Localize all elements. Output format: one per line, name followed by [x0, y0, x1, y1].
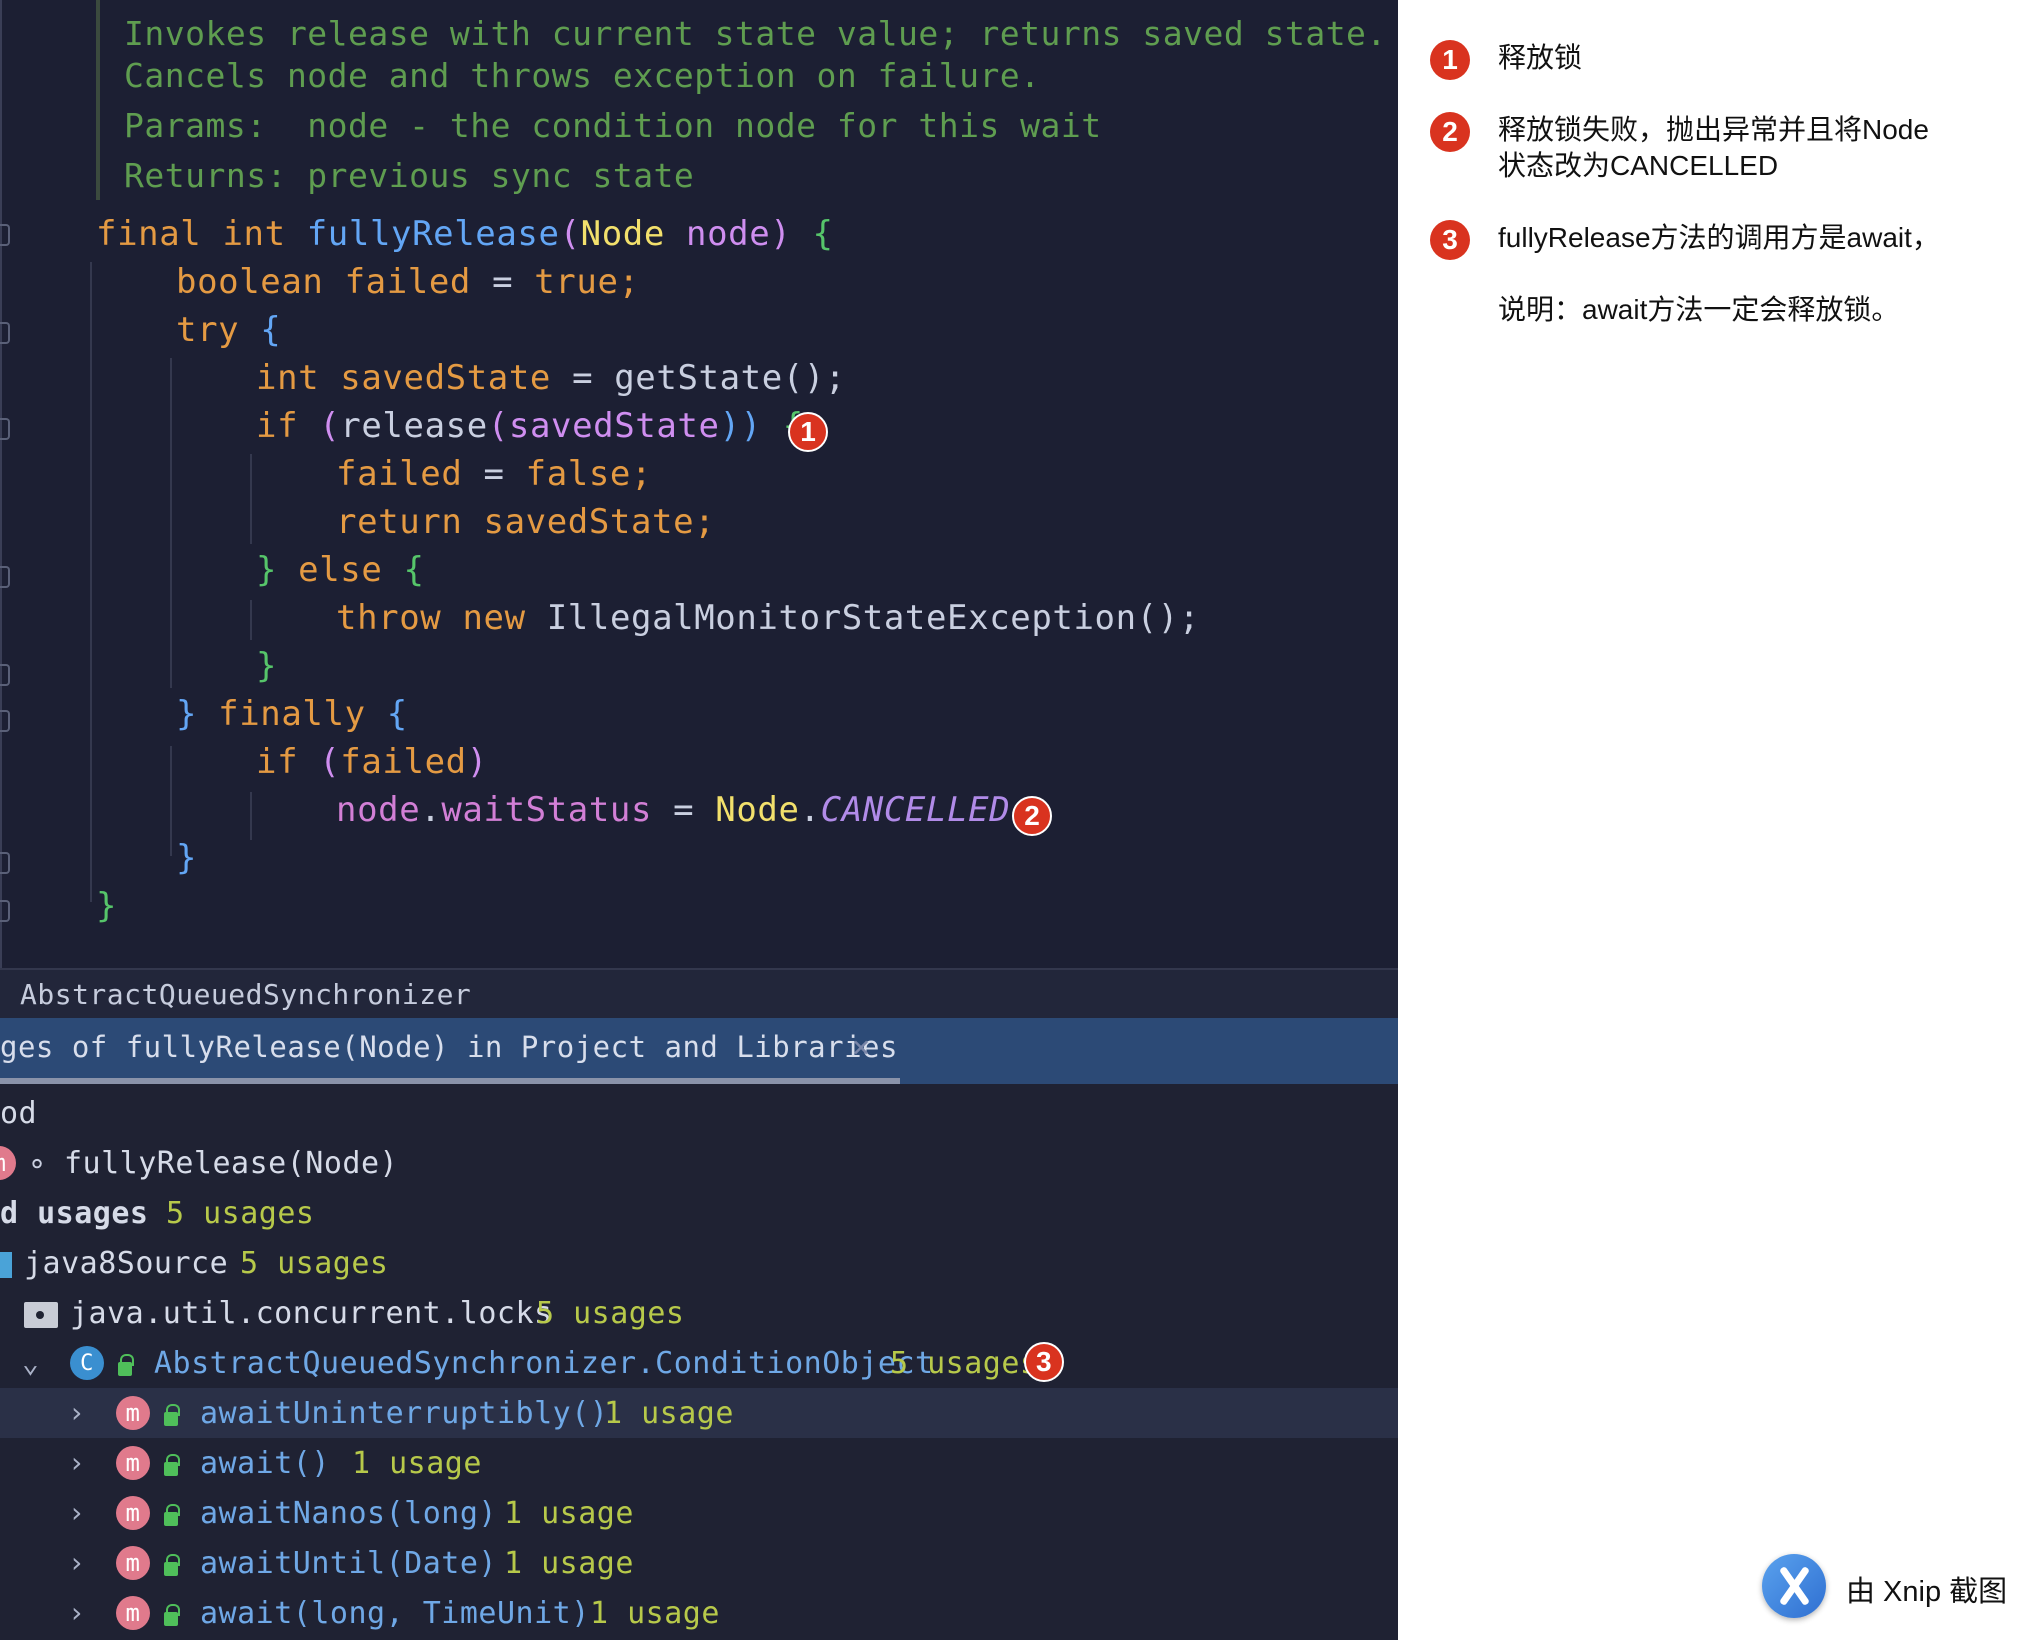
method-icon: m	[116, 1596, 150, 1630]
code-line: int savedState = getState();	[256, 358, 847, 398]
doc-comment-bar	[96, 0, 100, 200]
note-number-2: 2	[1430, 112, 1470, 152]
method-icon: m	[116, 1546, 150, 1580]
doc-line: Returns: previous sync state	[124, 156, 695, 195]
indent-guide	[170, 358, 172, 688]
fold-marker[interactable]	[0, 852, 10, 874]
tree-row[interactable]: m ∘ fullyRelease(Node)	[0, 1138, 1398, 1188]
method-icon: m	[0, 1146, 16, 1180]
tab-find-usages[interactable]: ges of fullyRelease(Node) in Project and…	[0, 1030, 898, 1064]
find-usages-tabbar: ges of fullyRelease(Node) in Project and…	[0, 1018, 1398, 1084]
note-number-3: 3	[1430, 220, 1470, 260]
annotation-badge-3: 3	[1024, 1342, 1064, 1382]
code-line: return savedState;	[336, 502, 716, 542]
tree-row[interactable]: od	[0, 1088, 1398, 1138]
chevron-down-icon[interactable]: ⌄	[22, 1346, 39, 1379]
note-number-1: 1	[1430, 40, 1470, 80]
tree-row[interactable]: java.util.concurrent.locks 5 usages	[0, 1288, 1398, 1338]
chevron-right-icon[interactable]: ›	[68, 1546, 85, 1579]
fold-marker[interactable]	[0, 664, 10, 686]
gutter	[0, 0, 2, 968]
usages-tree[interactable]: od m ∘ fullyRelease(Node) d usages5 usag…	[0, 1084, 1398, 1640]
annotation-badge-1: 1	[788, 412, 828, 452]
tree-row[interactable]: ⌄ C AbstractQueuedSynchronizer.Condition…	[0, 1338, 1398, 1388]
close-icon[interactable]: ×	[852, 1030, 870, 1065]
package-folder-icon	[24, 1302, 58, 1328]
annotation-notes: 1 释放锁 2 释放锁失败，抛出异常并且将Node 状态改为CANCELLED …	[1430, 0, 2032, 1640]
indent-guide	[170, 746, 172, 856]
ide-window: Invokes release with current state value…	[0, 0, 1398, 1640]
breadcrumb-label: AbstractQueuedSynchronizer	[20, 978, 472, 1011]
tree-row-method[interactable]: › m awaitNanos(long) 1 usage	[0, 1488, 1398, 1538]
code-line: node.waitStatus = Node.CANCELLED;	[336, 790, 1031, 830]
method-icon: m	[116, 1446, 150, 1480]
fold-marker[interactable]	[0, 566, 10, 588]
note-text-3: fullyRelease方法的调用方是await，	[1498, 222, 1940, 253]
lock-icon	[164, 1454, 180, 1476]
xnip-logo-icon	[1762, 1554, 1826, 1618]
tree-row[interactable]: d usages 5 usages	[0, 1188, 1398, 1238]
note-text-1: 释放锁	[1498, 42, 1583, 73]
doc-line: Cancels node and throws exception on fai…	[124, 56, 1041, 95]
chevron-right-icon[interactable]: ›	[68, 1396, 85, 1429]
note-text-2: 释放锁失败，抛出异常并且将Node	[1498, 114, 1929, 145]
code-line: final int fullyRelease(Node node) {	[96, 214, 834, 254]
code-line: }	[256, 646, 278, 686]
lock-icon	[164, 1404, 180, 1426]
code-line: throw new IllegalMonitorStateException()…	[336, 598, 1200, 638]
doc-line: Params: node - the condition node for th…	[124, 106, 1102, 145]
note-text-2b: 状态改为CANCELLED	[1498, 150, 1779, 181]
chevron-right-icon[interactable]: ›	[68, 1496, 85, 1529]
code-line: try {	[176, 310, 282, 350]
class-icon: C	[70, 1346, 104, 1380]
code-line: if (release(savedState)) {	[256, 406, 803, 446]
lock-icon	[164, 1554, 180, 1576]
tree-row-method[interactable]: › m awaitUninterruptibly() 1 usage	[0, 1388, 1398, 1438]
lock-icon	[118, 1354, 134, 1376]
chevron-right-icon[interactable]: ›	[68, 1596, 85, 1629]
watermark: 由 Xnip 截图	[1846, 1576, 2008, 1608]
indent-guide	[250, 792, 252, 840]
lock-icon	[164, 1504, 180, 1526]
method-icon: m	[116, 1496, 150, 1530]
tree-row[interactable]: java8Source 5 usages	[0, 1238, 1398, 1288]
tree-row-method[interactable]: › m await() 1 usage	[0, 1438, 1398, 1488]
note-text-3b: 说明：await方法一定会释放锁。	[1498, 294, 1900, 325]
code-line: }	[176, 838, 198, 878]
doc-line: Invokes release with current state value…	[124, 14, 1387, 53]
tree-row-method[interactable]: › m awaitUntil(Date) 1 usage	[0, 1538, 1398, 1588]
tree-row-method[interactable]: › m await(long, TimeUnit) 1 usage	[0, 1588, 1398, 1638]
code-line: } else {	[256, 550, 425, 590]
method-icon: m	[116, 1396, 150, 1430]
lock-icon	[164, 1604, 180, 1626]
code-line: }	[96, 886, 118, 926]
code-line: failed = false;	[336, 454, 653, 494]
fold-marker[interactable]	[0, 418, 10, 440]
annotation-badge-2: 2	[1012, 796, 1052, 836]
breadcrumb[interactable]: AbstractQueuedSynchronizer	[0, 968, 1398, 1018]
fold-marker[interactable]	[0, 322, 10, 344]
code-line: boolean failed = true;	[176, 262, 640, 302]
indent-guide	[90, 262, 92, 902]
indent-guide	[250, 454, 252, 544]
fold-marker[interactable]	[0, 710, 10, 732]
code-line: } finally {	[176, 694, 408, 734]
indent-guide	[250, 600, 252, 640]
module-icon	[0, 1252, 12, 1278]
chevron-right-icon[interactable]: ›	[68, 1446, 85, 1479]
code-editor[interactable]: Invokes release with current state value…	[0, 0, 1398, 968]
fold-marker[interactable]	[0, 224, 10, 246]
fold-marker[interactable]	[0, 900, 10, 922]
code-line: if (failed)	[256, 742, 488, 782]
circle-bullet-icon: ∘	[28, 1146, 47, 1181]
